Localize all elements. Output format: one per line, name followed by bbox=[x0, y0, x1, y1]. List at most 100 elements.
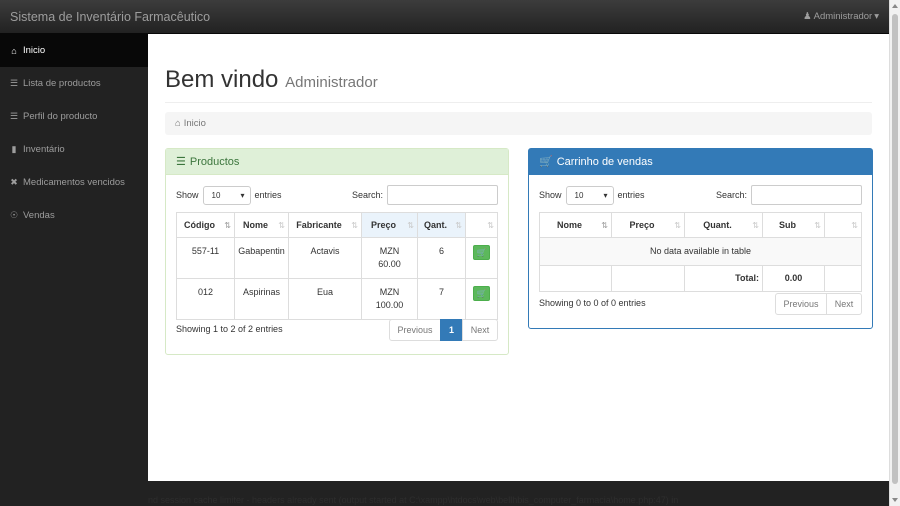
sort-asc-icon: ⇅ bbox=[601, 221, 608, 230]
sidebar-item-lista-de-productos[interactable]: ☰ Lista de productos bbox=[0, 67, 148, 100]
cell-qty: 7 bbox=[417, 278, 466, 320]
total-value: 0.00 bbox=[762, 265, 825, 292]
sort-icon: ⇅ bbox=[814, 221, 821, 230]
caret-down-icon: ▾ bbox=[874, 11, 879, 22]
sidebar-item-medicamentos-vencidos[interactable]: ✖ Medicamentos vencidos bbox=[0, 166, 148, 199]
scroll-down-icon[interactable] bbox=[892, 498, 898, 502]
column-header-quant[interactable]: Quant. ⇅ bbox=[684, 212, 763, 238]
scrollbar-thumb[interactable] bbox=[892, 14, 898, 484]
entries-label: entries bbox=[617, 190, 645, 200]
cart-length-control: Show 10 ▾ entries bbox=[539, 185, 645, 205]
products-search: Search: bbox=[352, 185, 498, 205]
total-label: Total: bbox=[684, 265, 763, 292]
entries-label: entries bbox=[254, 190, 282, 200]
cart-table: Nome ⇅ Preço ⇅ Quant. ⇅ Sub ⇅ ⇅ No data avai… bbox=[539, 212, 862, 292]
next-page-button[interactable]: Next bbox=[462, 319, 498, 341]
caret-down-icon: ▾ bbox=[240, 190, 245, 200]
add-to-cart-button[interactable]: 🛒 bbox=[473, 245, 490, 260]
sort-icon: ⇅ bbox=[674, 221, 681, 230]
cart-table-info: Showing 0 to 0 of 0 entries bbox=[539, 298, 646, 308]
total-row: Total: 0.00 bbox=[539, 265, 862, 292]
circle-icon: ☉ bbox=[9, 210, 19, 220]
products-length-control: Show 10 ▾ entries bbox=[176, 185, 282, 205]
column-header-codigo[interactable]: Código ⇅ bbox=[176, 212, 235, 238]
cell-action: 🛒 bbox=[465, 237, 498, 279]
column-header-preco[interactable]: Preço ⇅ bbox=[361, 212, 418, 238]
add-to-cart-button[interactable]: 🛒 bbox=[473, 286, 490, 301]
user-menu[interactable]: ♟ Administrador ▾ bbox=[803, 11, 879, 22]
column-header-nome[interactable]: Nome ⇅ bbox=[539, 212, 612, 238]
breadcrumb-item[interactable]: Inicio bbox=[184, 118, 206, 129]
sidebar-item-label: Inventário bbox=[23, 144, 65, 155]
products-length-select[interactable]: 10 ▾ bbox=[202, 185, 251, 205]
column-header-nome[interactable]: Nome ⇅ bbox=[234, 212, 289, 238]
cart-panel: 🛒 Carrinho de vendas Show 10 ▾ entries S… bbox=[528, 148, 873, 329]
table-row: 012 Aspirinas Eua MZN 100.00 7 🛒 bbox=[176, 278, 498, 320]
list-icon: ☰ bbox=[176, 156, 186, 168]
previous-page-button[interactable]: Previous bbox=[775, 293, 827, 315]
cart-icon: 🛒 bbox=[539, 156, 553, 168]
page-title: Bem vindo bbox=[165, 66, 279, 93]
cell-maker: Eua bbox=[288, 278, 362, 320]
next-page-button[interactable]: Next bbox=[826, 293, 862, 315]
sort-icon: ⇅ bbox=[487, 221, 494, 230]
products-panel: ☰ Productos Show 10 ▾ entries Search: Có… bbox=[165, 148, 509, 355]
cart-search-input[interactable] bbox=[751, 185, 862, 205]
sidebar-item-inicio[interactable]: ⌂ Inicio bbox=[0, 34, 148, 67]
show-label: Show bbox=[176, 190, 199, 200]
book-icon: ▮ bbox=[11, 144, 17, 154]
page-1-button[interactable]: 1 bbox=[440, 319, 463, 341]
column-header-action[interactable]: ⇅ bbox=[824, 212, 862, 238]
cart-panel-heading: 🛒 Carrinho de vendas bbox=[529, 149, 872, 175]
search-label: Search: bbox=[715, 190, 747, 200]
sidebar-item-label: Vendas bbox=[23, 210, 55, 221]
vertical-scrollbar[interactable] bbox=[889, 0, 900, 506]
products-search-input[interactable] bbox=[387, 185, 498, 205]
empty-table-message: No data available in table bbox=[539, 237, 862, 266]
column-header-action[interactable]: ⇅ bbox=[465, 212, 498, 238]
select-value: 10 bbox=[211, 190, 221, 200]
sidebar-item-label: Medicamentos vencidos bbox=[23, 177, 125, 188]
cell-action: 🛒 bbox=[465, 278, 498, 320]
sidebar-item-vendas[interactable]: ☉ Vendas bbox=[0, 199, 148, 232]
products-pagination: Previous 1 Next bbox=[389, 319, 498, 341]
cart-icon: 🛒 bbox=[476, 248, 487, 257]
sidebar-item-perfil-do-producto[interactable]: ☰ Perfil do producto bbox=[0, 100, 148, 133]
list-icon: ☰ bbox=[9, 78, 19, 88]
cell-qty: 6 bbox=[417, 237, 466, 279]
cell-code: 012 bbox=[176, 278, 235, 320]
column-header-preco[interactable]: Preço ⇅ bbox=[611, 212, 685, 238]
user-icon: ♟ bbox=[803, 11, 812, 22]
cell-code: 557-11 bbox=[176, 237, 235, 279]
page-subtitle: Administrador bbox=[285, 74, 378, 91]
cart-length-select[interactable]: 10 ▾ bbox=[565, 185, 614, 205]
home-icon: ⌂ bbox=[175, 118, 181, 129]
previous-page-button[interactable]: Previous bbox=[389, 319, 441, 341]
close-icon: ✖ bbox=[10, 177, 18, 187]
column-header-sub[interactable]: Sub ⇅ bbox=[762, 212, 825, 238]
sort-icon: ⇅ bbox=[455, 221, 462, 230]
sort-icon: ⇅ bbox=[351, 221, 358, 230]
cart-icon: 🛒 bbox=[476, 289, 487, 298]
sort-icon: ⇅ bbox=[851, 221, 858, 230]
products-panel-heading: ☰ Productos bbox=[166, 149, 508, 175]
cart-search: Search: bbox=[716, 185, 862, 205]
breadcrumb: ⌂ Inicio bbox=[165, 112, 872, 135]
page-header: Bem vindo Administrador bbox=[165, 66, 872, 103]
sidebar-item-label: Lista de productos bbox=[23, 78, 101, 89]
sidebar-item-inventario[interactable]: ▮ Inventário bbox=[0, 133, 148, 166]
table-row: No data available in table bbox=[539, 237, 862, 266]
scroll-up-icon[interactable] bbox=[892, 4, 898, 8]
column-header-qant[interactable]: Qant. ⇅ bbox=[417, 212, 466, 238]
search-label: Search: bbox=[351, 190, 383, 200]
user-menu-label: Administrador bbox=[813, 11, 873, 22]
products-table-controls: Show 10 ▾ entries Search: bbox=[176, 185, 498, 205]
top-navbar: Sistema de Inventário Farmacêutico ♟ Adm… bbox=[0, 0, 889, 34]
show-label: Show bbox=[539, 190, 562, 200]
app-brand[interactable]: Sistema de Inventário Farmacêutico bbox=[10, 10, 210, 24]
cell-price: MZN 100.00 bbox=[361, 278, 418, 320]
footer-warning-text: nd session cache limiter - headers alrea… bbox=[148, 495, 679, 505]
cell-maker: Actavis bbox=[288, 237, 362, 279]
sort-icon: ⇅ bbox=[407, 221, 414, 230]
column-header-fabricante[interactable]: Fabricante ⇅ bbox=[288, 212, 362, 238]
